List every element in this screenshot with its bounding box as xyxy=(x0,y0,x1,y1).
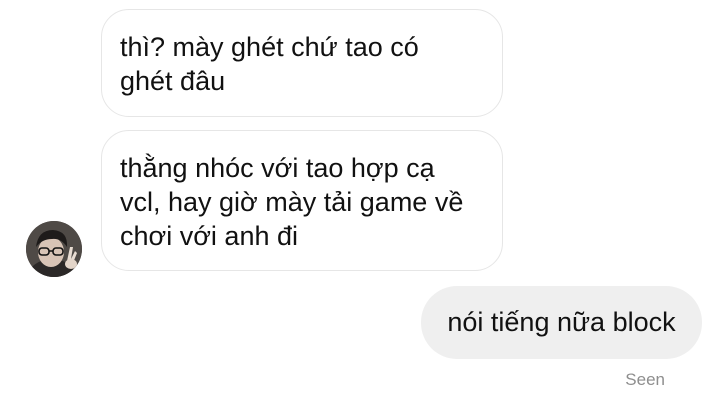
avatar-image xyxy=(26,221,82,277)
message-text-line: thì? mày ghét chứ tao có xyxy=(120,32,419,62)
message-text-line: thằng nhóc với tao hợp cạ xyxy=(120,153,435,183)
incoming-message-bubble[interactable]: thì? mày ghét chứ tao có ghét đâu xyxy=(101,9,503,117)
outgoing-message-bubble[interactable]: nói tiếng nữa block xyxy=(421,286,702,359)
incoming-message-bubble[interactable]: thằng nhóc với tao hợp cạ vcl, hay giờ m… xyxy=(101,130,503,271)
sender-avatar[interactable] xyxy=(26,221,82,277)
message-text-line: chơi với anh đi xyxy=(120,221,298,251)
seen-status: Seen xyxy=(625,370,665,389)
message-text-line: vcl, hay giờ mày tải game về xyxy=(120,187,464,217)
message-thread: thì? mày ghét chứ tao có ghét đâu thằng … xyxy=(0,0,720,402)
message-text-line: ghét đâu xyxy=(120,66,226,96)
